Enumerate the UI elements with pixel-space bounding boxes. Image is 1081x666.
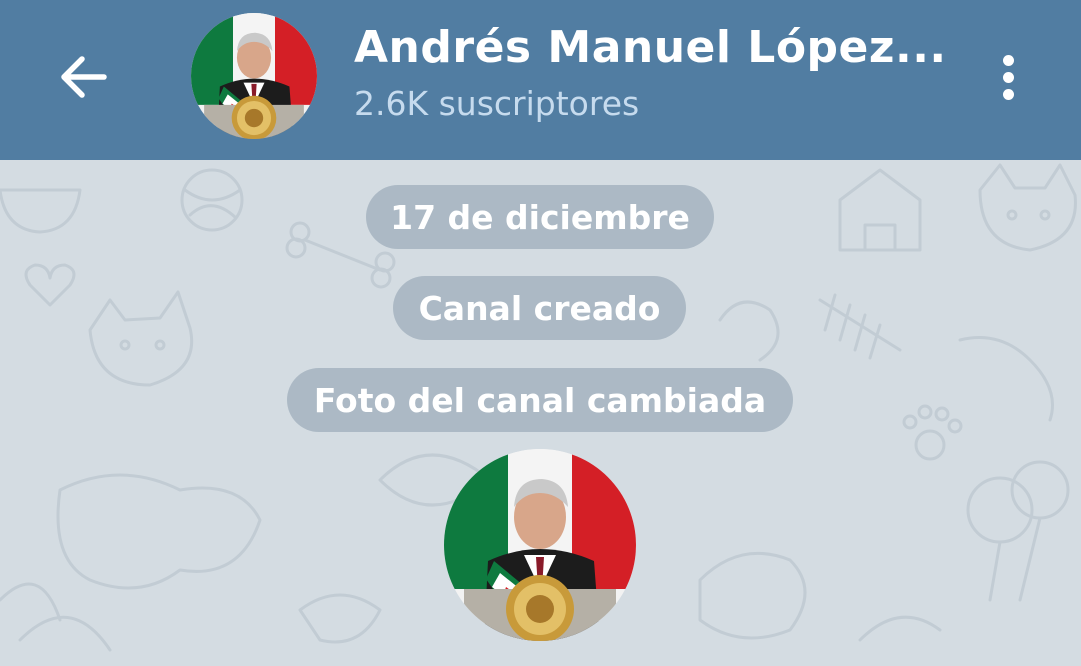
more-vertical-icon-dot <box>1002 88 1014 100</box>
more-vertical-icon-dot <box>1002 71 1014 83</box>
date-separator: 17 de diciembre <box>366 185 714 249</box>
channel-info[interactable]: Andrés Manuel López... 2.6K suscriptores <box>354 20 954 126</box>
subscriber-count: 2.6K suscriptores <box>354 84 640 123</box>
service-message-photo-changed: Foto del canal cambiada <box>287 368 793 432</box>
channel-title: Andrés Manuel López... <box>354 22 947 73</box>
arrow-left-icon <box>61 56 107 98</box>
chat-header: Andrés Manuel López... 2.6K suscriptores <box>0 0 1081 160</box>
more-options-button[interactable] <box>980 44 1036 110</box>
more-vertical-icon <box>1002 54 1014 66</box>
channel-avatar[interactable] <box>191 13 317 139</box>
service-message-channel-created: Canal creado <box>393 276 686 340</box>
chat-area[interactable]: 17 de diciembre Canal creado Foto del ca… <box>0 160 1081 666</box>
back-button[interactable] <box>48 46 118 108</box>
channel-photo[interactable] <box>444 449 636 641</box>
